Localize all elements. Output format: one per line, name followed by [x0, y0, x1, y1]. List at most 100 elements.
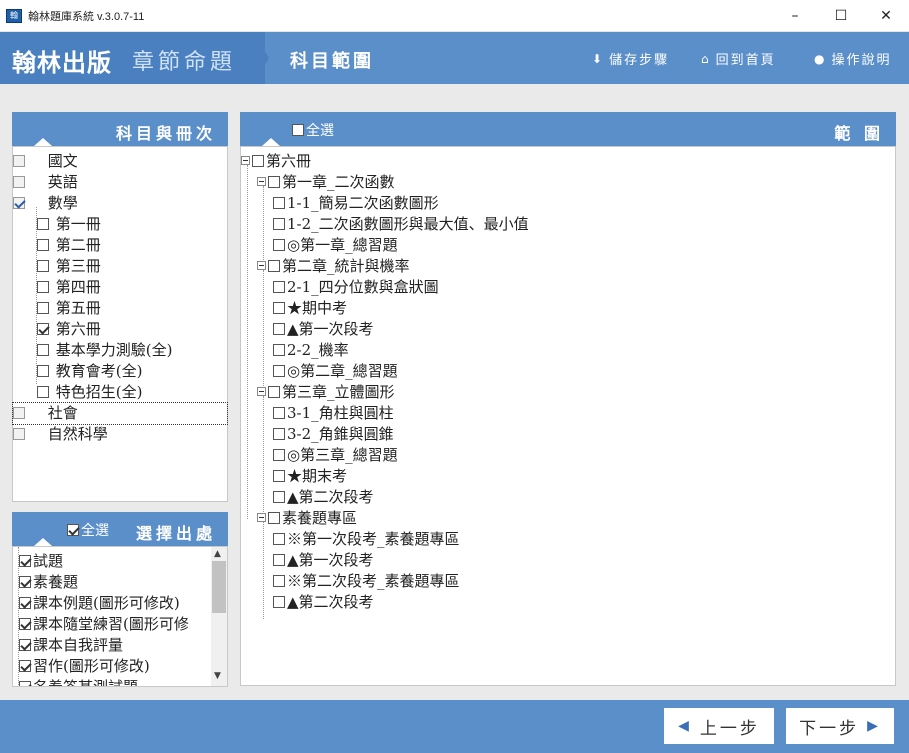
checkbox[interactable] [19, 618, 31, 630]
tree-node-section[interactable]: ▲第一次段考 [273, 550, 374, 571]
source-item[interactable]: 課本自我評量 [19, 635, 123, 656]
checkbox[interactable] [273, 554, 285, 566]
tree-node-section[interactable]: 3-2_角錐與圓錐 [273, 424, 394, 445]
subject-item-english[interactable]: 英語 [13, 172, 78, 193]
checkbox[interactable] [273, 491, 285, 503]
checkbox[interactable] [268, 260, 280, 272]
tree-node-section[interactable]: 2-1_四分位數與盒狀圖 [273, 277, 439, 298]
minimize-button[interactable]: – [772, 0, 818, 32]
tree-node-section[interactable]: ※第二次段考_素養題專區 [273, 571, 460, 592]
tree-node-volume[interactable]: 第六冊 [241, 151, 311, 172]
range-select-all[interactable]: 全選 [292, 120, 334, 140]
checkbox[interactable] [37, 323, 49, 335]
source-item[interactable]: 試題 [19, 551, 63, 572]
checkbox[interactable] [13, 428, 25, 440]
prev-step-button[interactable]: ◀ 上一步 [664, 708, 774, 744]
source-item[interactable]: 習作(圖形可修改) [19, 656, 150, 677]
checkbox[interactable] [37, 281, 49, 293]
tree-node-section[interactable]: ★期中考 [273, 298, 347, 319]
checkbox[interactable] [13, 176, 25, 188]
tree-node-section[interactable]: ▲第二次段考 [273, 592, 374, 613]
collapse-icon[interactable] [257, 513, 266, 522]
checkbox[interactable] [19, 660, 31, 672]
checkbox[interactable] [273, 302, 285, 314]
source-item[interactable]: 名着答某測試題 [19, 677, 138, 686]
checkbox[interactable] [252, 155, 264, 167]
volume-item[interactable]: 第四冊 [37, 277, 101, 298]
collapse-icon[interactable] [257, 387, 266, 396]
checkbox[interactable] [19, 555, 31, 567]
tree-node-section[interactable]: 3-1_角柱與圓柱 [273, 403, 394, 424]
checkbox[interactable] [273, 575, 285, 587]
volume-item[interactable]: 第二冊 [37, 235, 101, 256]
close-button[interactable]: ✕ [863, 0, 909, 32]
tree-node-section[interactable]: ◎第三章_總習題 [273, 445, 398, 466]
checkbox[interactable] [273, 239, 285, 251]
tree-node-section[interactable]: 1-2_二次函數圖形與最大值、最小值 [273, 214, 529, 235]
collapse-icon[interactable] [241, 156, 250, 165]
checkbox[interactable] [37, 386, 49, 398]
sources-scrollbar[interactable]: ▲ ▼ [211, 547, 227, 686]
next-step-button[interactable]: 下一步 ▶ [786, 708, 894, 744]
tree-node-section[interactable]: 2-2_機率 [273, 340, 349, 361]
source-item[interactable]: 課本例題(圖形可修改) [19, 593, 180, 614]
collapse-icon[interactable] [257, 261, 266, 270]
checkbox[interactable] [273, 197, 285, 209]
checkbox[interactable] [273, 470, 285, 482]
checkbox[interactable] [19, 639, 31, 651]
checkbox[interactable] [37, 344, 49, 356]
checkbox[interactable] [273, 365, 285, 377]
checkbox[interactable] [13, 155, 25, 167]
checkbox[interactable] [13, 197, 25, 209]
volume-item[interactable]: 第三冊 [37, 256, 101, 277]
checkbox[interactable] [268, 512, 280, 524]
checkbox[interactable] [273, 218, 285, 230]
subject-item-math[interactable]: 數學 [13, 193, 78, 214]
tree-node-chapter[interactable]: 第二章_統計與機率 [257, 256, 410, 277]
checkbox[interactable] [273, 449, 285, 461]
maximize-button[interactable]: ☐ [818, 0, 864, 32]
checkbox[interactable] [19, 597, 31, 609]
checkbox[interactable] [273, 407, 285, 419]
volume-item[interactable]: 基本學力測驗(全) [37, 340, 173, 361]
checkbox[interactable] [273, 323, 285, 335]
checkbox[interactable] [19, 576, 31, 588]
subject-item-chinese[interactable]: 國文 [13, 151, 78, 172]
tree-node-chapter[interactable]: 素養題專區 [257, 508, 357, 529]
collapse-icon[interactable] [257, 177, 266, 186]
checkbox[interactable] [273, 533, 285, 545]
checkbox[interactable] [292, 124, 304, 136]
source-item[interactable]: 課本隨堂練習(圖形可修 [19, 614, 189, 635]
tree-node-chapter[interactable]: 第三章_立體圖形 [257, 382, 395, 403]
checkbox[interactable] [67, 524, 79, 536]
scroll-up-icon[interactable]: ▲ [214, 549, 221, 559]
volume-item[interactable]: 特色招生(全) [37, 382, 143, 403]
checkbox[interactable] [273, 344, 285, 356]
subject-item-social[interactable]: 社會 [12, 402, 228, 425]
checkbox[interactable] [37, 260, 49, 272]
scroll-thumb[interactable] [212, 561, 226, 613]
checkbox[interactable] [13, 407, 25, 419]
save-step-button[interactable]: ⬇ 儲存步驟 [592, 49, 669, 69]
source-item[interactable]: 素養題 [19, 572, 78, 593]
checkbox[interactable] [37, 365, 49, 377]
checkbox[interactable] [37, 239, 49, 251]
checkbox[interactable] [37, 218, 49, 230]
checkbox[interactable] [37, 302, 49, 314]
tree-node-section[interactable]: ▲第二次段考 [273, 487, 374, 508]
sources-select-all[interactable]: 全選 [67, 520, 109, 540]
volume-item[interactable]: 第一冊 [37, 214, 101, 235]
checkbox[interactable] [273, 428, 285, 440]
checkbox[interactable] [19, 681, 31, 686]
help-button[interactable]: ● 操作說明 [814, 49, 892, 69]
checkbox[interactable] [273, 281, 285, 293]
checkbox[interactable] [268, 386, 280, 398]
volume-item[interactable]: 教育會考(全) [37, 361, 143, 382]
scroll-down-icon[interactable]: ▼ [214, 671, 221, 681]
tree-node-chapter[interactable]: 第一章_二次函數 [257, 172, 395, 193]
volume-item[interactable]: 第五冊 [37, 298, 101, 319]
tree-node-section[interactable]: 1-1_簡易二次函數圖形 [273, 193, 439, 214]
home-button[interactable]: ⌂ 回到首頁 [701, 49, 776, 69]
tree-node-section[interactable]: ▲第一次段考 [273, 319, 374, 340]
tree-node-section[interactable]: ★期末考 [273, 466, 347, 487]
